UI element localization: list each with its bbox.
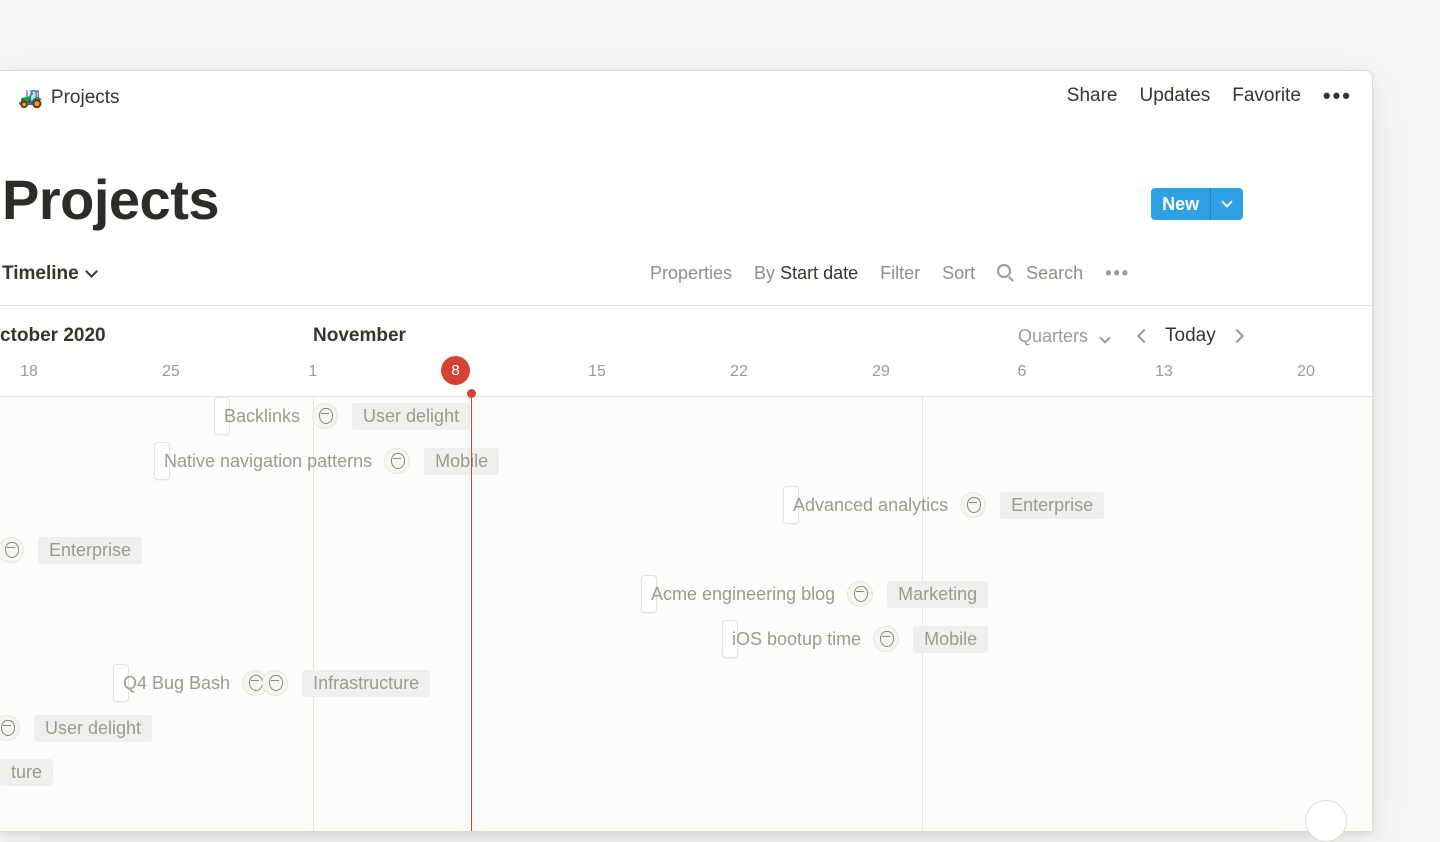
timeline-item[interactable]: Backlinks User delight — [214, 397, 471, 435]
timeline-item[interactable]: ture — [0, 754, 54, 790]
month-label-november: November — [313, 325, 406, 346]
favorite-button[interactable]: Favorite — [1232, 85, 1301, 107]
new-dropdown-button[interactable] — [1210, 188, 1243, 220]
timeline-item[interactable]: User delight — [0, 710, 153, 746]
month-divider — [922, 397, 923, 831]
tag-badge: User delight — [34, 714, 153, 742]
tag-badge: Marketing — [887, 580, 989, 608]
next-icon[interactable] — [1229, 328, 1244, 344]
today-line — [471, 394, 472, 831]
timeline-item[interactable]: Q4 Bug Bash Infrastructure — [113, 664, 431, 702]
chevron-down-icon — [84, 265, 98, 278]
item-title: iOS bootup time — [732, 628, 862, 649]
tag-badge: Infrastructure — [302, 669, 431, 697]
timeline-item[interactable]: Native navigation patterns Mobile — [154, 442, 500, 480]
sort-button[interactable]: Sort — [942, 263, 975, 284]
avatar — [0, 537, 24, 563]
tag-badge: Enterprise — [1000, 491, 1105, 519]
timeline-item[interactable]: iOS bootup time Mobile — [722, 620, 989, 658]
day-label: 6 — [1017, 363, 1027, 380]
item-title: Q4 Bug Bash — [123, 672, 231, 693]
filter-button[interactable]: Filter — [880, 263, 920, 284]
chevron-down-icon — [1221, 196, 1233, 208]
tag-badge: Enterprise — [38, 536, 143, 564]
share-button[interactable]: Share — [1067, 85, 1118, 107]
app-window: 🚜 Projects Share Updates Favorite ••• Pr… — [0, 70, 1373, 832]
avatar — [0, 715, 20, 741]
day-label: 15 — [588, 363, 606, 380]
properties-button[interactable]: Properties — [650, 263, 732, 284]
day-label: 25 — [162, 363, 180, 380]
breadcrumb[interactable]: 🚜 Projects — [18, 85, 120, 110]
help-button[interactable] — [1305, 800, 1347, 842]
tag-badge: Mobile — [424, 447, 500, 475]
item-title: Native navigation patterns — [164, 450, 373, 471]
view-actions: Properties By Start date Filter Sort Sea… — [650, 263, 1152, 284]
month-label-october: ctober 2020 — [0, 325, 106, 346]
breadcrumb-label: Projects — [50, 86, 120, 108]
tag-badge: Mobile — [913, 625, 989, 653]
timeline-item[interactable]: Acme engineering blog Marketing — [641, 575, 989, 613]
day-label: 18 — [20, 363, 38, 380]
avatar — [960, 492, 987, 518]
day-label: 22 — [730, 363, 748, 380]
avatar — [384, 448, 411, 474]
search-label: Search — [1026, 263, 1084, 283]
tag-badge: ture — [0, 758, 54, 786]
avatar — [312, 403, 339, 429]
item-title: Backlinks — [224, 405, 301, 426]
new-button[interactable]: New — [1151, 188, 1210, 220]
item-title: Advanced analytics — [793, 494, 949, 515]
top-actions: Share Updates Favorite ••• — [1045, 85, 1352, 107]
item-title: Acme engineering blog — [651, 583, 836, 604]
timeline-item[interactable]: Advanced analytics Enterprise — [783, 486, 1105, 524]
today-button[interactable]: Today — [1165, 325, 1216, 347]
tag-badge: User delight — [352, 402, 471, 430]
view-selector[interactable]: Timeline — [2, 263, 98, 285]
day-label: 20 — [1297, 363, 1315, 380]
period-selector[interactable]: Quarters — [1018, 325, 1111, 347]
day-label: 1 — [308, 363, 318, 380]
today-marker-badge: 8 — [441, 356, 470, 385]
day-label: 13 — [1155, 363, 1173, 380]
day-label: 29 — [872, 363, 890, 380]
view-more-icon[interactable]: ••• — [1105, 263, 1130, 284]
avatar — [873, 626, 900, 652]
search-button[interactable]: Search — [997, 263, 1083, 284]
previous-icon[interactable] — [1136, 328, 1152, 344]
group-by-prefix: By — [754, 263, 776, 283]
view-toolbar: Timeline Properties By Start date Filter… — [0, 257, 1372, 306]
page-title: Projects — [2, 168, 220, 231]
timeline-controls: Quarters Today — [1018, 325, 1244, 347]
new-button-group: New — [1151, 188, 1243, 220]
chevron-down-icon — [1099, 331, 1111, 344]
timeline-item[interactable]: Enterprise — [0, 532, 143, 568]
group-by-button[interactable]: By Start date — [754, 263, 858, 284]
tractor-icon: 🚜 — [18, 87, 43, 109]
timeline-header: ctober 2020 November Quarters Today 18 2… — [0, 306, 1372, 397]
avatar — [847, 581, 874, 607]
avatar — [262, 670, 289, 696]
period-label: Quarters — [1018, 325, 1089, 346]
search-icon — [997, 264, 1012, 278]
group-by-value: Start date — [780, 263, 859, 283]
top-bar: 🚜 Projects Share Updates Favorite ••• — [0, 71, 1372, 123]
view-name: Timeline — [2, 263, 79, 284]
updates-button[interactable]: Updates — [1139, 85, 1210, 107]
more-options-icon[interactable]: ••• — [1323, 85, 1352, 107]
